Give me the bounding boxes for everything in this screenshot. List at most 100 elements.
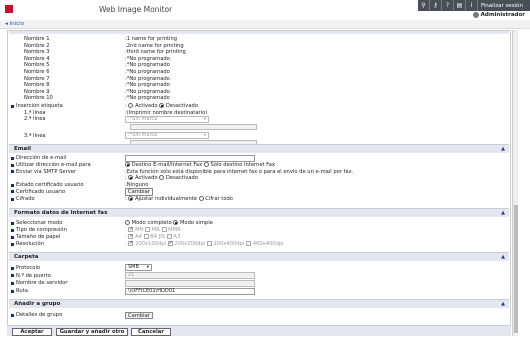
use-email-label: Utilizar dirección e-mail para — [16, 162, 91, 168]
brand-logo — [5, 5, 13, 13]
radio-modo-simple-label: Modo simple — [179, 220, 213, 226]
collapse-icon[interactable]: ▲ — [501, 209, 505, 218]
bullet — [11, 170, 14, 174]
line2-label: 2.ª línea — [24, 116, 46, 122]
section-folder[interactable]: Carpeta ▲ — [9, 252, 509, 261]
group-change-button[interactable]: Cambiar — [125, 311, 153, 319]
chevron-down-icon: ▾ — [203, 116, 206, 122]
radio-modo-simple[interactable] — [173, 220, 179, 225]
checkbox-mr-label: MR — [151, 227, 160, 233]
cancel-button[interactable]: Cancelar — [131, 328, 171, 336]
name-row: Nombre 9:*No programado — [8, 89, 508, 95]
line2-text-input[interactable] — [130, 123, 257, 130]
save-add-another-button[interactable]: Guardar y añadir otro — [56, 328, 128, 336]
server-label: Nombre de servidor — [16, 280, 68, 286]
encryption-options: : Ajustar individualmente Cifrar todo — [125, 196, 233, 202]
name-value: :*No programado — [125, 55, 170, 62]
scrollbar-thumb[interactable] — [514, 205, 518, 333]
radio-modo-completo[interactable] — [125, 220, 130, 225]
name-row: Nombre 8:*No programado — [8, 82, 508, 88]
paper-label: Tamaño de papel — [16, 234, 61, 240]
radio-activado[interactable] — [128, 103, 134, 108]
label-insert-row: Inserción etiqueta : Activado Desactivad… — [8, 103, 508, 109]
key-icon[interactable]: ⚷ — [430, 0, 441, 11]
email-address-input[interactable] — [125, 155, 255, 162]
collapse-icon[interactable]: ▲ — [501, 300, 505, 309]
resolution-row: Resolución : 200x100dpi 200x200dpi 200x4… — [8, 240, 508, 247]
home-link-label: Inicio — [9, 21, 25, 27]
name-row: Nombre 6:*No programado — [8, 69, 508, 75]
checkbox-b4-label: B4 JIS — [150, 234, 166, 240]
line3-row: 3.ª línea — [8, 133, 508, 139]
section-add-group[interactable]: Añadir a grupo ▲ — [9, 299, 509, 308]
radio-solo-internet-label: Sólo destino Internet Fax — [210, 162, 275, 168]
checkbox-a3[interactable] — [166, 234, 172, 239]
section-email[interactable]: Email ▲ — [9, 144, 509, 153]
logout-button[interactable]: Finalizar sesión — [478, 3, 523, 9]
radio-smtp-desactivado[interactable] — [159, 175, 165, 180]
email-address-label: Dirección de e-mail — [16, 155, 67, 161]
section-internet-fax[interactable]: Formato datos de Internet fax ▲ — [9, 208, 509, 217]
line3-select[interactable]: :*Sin marca ▾ — [125, 131, 209, 139]
bullet — [11, 313, 14, 317]
smtp-options: : Activado Desactivado — [125, 175, 199, 181]
radio-cifrar-label: Cifrar todo — [205, 196, 233, 202]
path-input[interactable]: \\OFFICE01\HDD01 — [125, 288, 255, 295]
bullet — [11, 235, 14, 239]
line2-select[interactable]: :*Sin marca ▾ — [125, 115, 209, 123]
checkbox-400x400-label: 400x400dpi — [252, 241, 284, 247]
search-icon[interactable]: ⚲ — [418, 0, 429, 11]
accept-button[interactable]: Aceptar — [12, 328, 52, 336]
user-cert-label: Certificado usuario — [16, 188, 66, 195]
radio-destino-fax-label: Destino E-mail/Internet Fax — [131, 162, 203, 168]
cert-status-row: Estado certificado usuario :Ninguno — [8, 182, 508, 188]
protocol-select[interactable]: SMB ▾ — [125, 264, 152, 271]
info-icon[interactable]: i — [466, 0, 477, 11]
name-label: Nombre 2 — [24, 42, 50, 49]
port-row: N.º de puerto — [8, 273, 508, 279]
bullet — [11, 266, 14, 270]
label-insert-label: Inserción etiqueta — [16, 103, 63, 109]
vertical-scrollbar[interactable] — [512, 30, 518, 336]
cert-change-button[interactable]: Cambiar — [125, 188, 153, 196]
port-input[interactable]: 21 — [125, 272, 255, 279]
line3-select-value: :*Sin marca — [128, 131, 158, 138]
radio-destino-fax[interactable] — [125, 162, 130, 167]
home-link[interactable]: ◂ Inicio — [5, 21, 24, 27]
server-input[interactable] — [125, 280, 255, 287]
radio-desactivado[interactable] — [159, 103, 165, 108]
radio-ajustar[interactable] — [128, 196, 134, 201]
resolution-label: Resolución — [16, 241, 44, 247]
radio-smtp-activado[interactable] — [128, 175, 134, 180]
section-fax-title: Formato datos de Internet fax — [14, 210, 108, 216]
radio-solo-internet[interactable] — [203, 162, 209, 167]
checkbox-mh[interactable] — [128, 226, 134, 232]
collapse-icon[interactable]: ▲ — [501, 145, 505, 154]
chevron-down-icon: ▾ — [146, 265, 149, 270]
user-cert-row: Certificado usuario — [8, 189, 508, 195]
name-value: :*No programado — [125, 75, 170, 82]
checkbox-mh-label: MH — [135, 227, 144, 233]
checkbox-mr[interactable] — [145, 227, 151, 232]
bullet — [11, 281, 14, 285]
protocol-label: Protocolo — [16, 265, 41, 271]
name-value: :*No programado — [125, 69, 170, 75]
paper-row: Tamaño de papel : A4 B4 JIS A3 — [8, 233, 508, 240]
checkbox-200x200[interactable] — [167, 240, 173, 246]
checkbox-mmr[interactable] — [161, 227, 167, 232]
print-icon[interactable]: ▤ — [454, 0, 465, 11]
line1-label: 1.ª línea — [24, 109, 46, 116]
collapse-icon[interactable]: ▲ — [501, 253, 505, 262]
checkbox-200x400[interactable] — [206, 241, 212, 246]
radio-cifrar[interactable] — [198, 196, 204, 201]
section-group-title: Añadir a grupo — [14, 301, 61, 307]
smtp-row: Enviar vía SMTP Server :Esta función sól… — [8, 169, 508, 175]
checkbox-400x400[interactable] — [246, 241, 252, 246]
checkbox-a4[interactable] — [128, 233, 134, 239]
protocol-row: Protocolo — [8, 265, 508, 271]
checkbox-b4[interactable] — [143, 234, 149, 239]
checkbox-200x100[interactable] — [128, 240, 134, 246]
line2-select-value: :*Sin marca — [128, 115, 158, 122]
question-icon[interactable]: ? — [442, 0, 453, 11]
radio-ajustar-label: Ajustar individualmente — [135, 196, 197, 202]
